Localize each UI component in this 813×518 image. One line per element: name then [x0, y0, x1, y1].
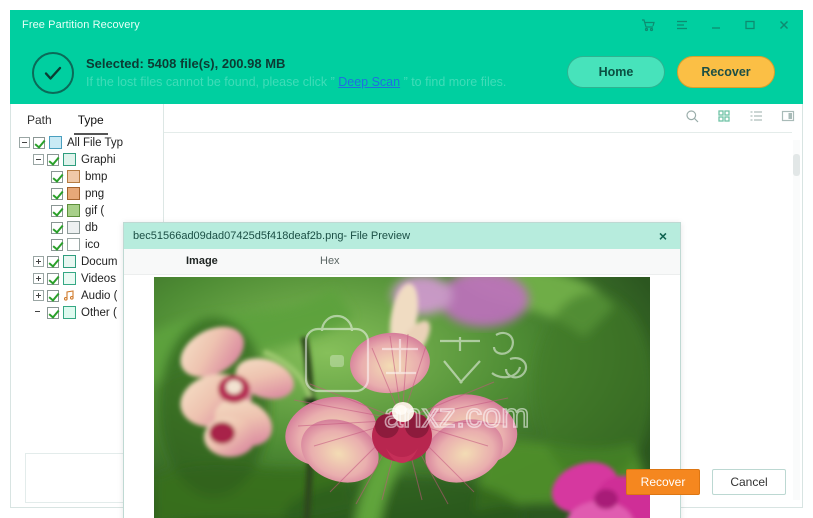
checkbox[interactable]: [51, 204, 63, 217]
dialog-title: bec51566ad09dad07425d5f418deaf2b.png- Fi…: [133, 230, 411, 242]
checkbox[interactable]: [33, 136, 45, 149]
spacer-icon: [33, 307, 44, 318]
tab-image[interactable]: Image: [186, 255, 218, 267]
tab-hex[interactable]: Hex: [320, 255, 340, 267]
checkbox[interactable]: [47, 153, 59, 166]
cancel-button[interactable]: Cancel: [712, 469, 786, 495]
preview-image: anxz.com: [154, 277, 650, 518]
application-window: Free Partition Recovery Selected: 5408 f…: [0, 0, 813, 518]
recover-button-header[interactable]: Recover: [677, 56, 775, 88]
tree-item-label: bmp: [85, 170, 108, 183]
audio-icon: [63, 289, 76, 302]
tree-item-label: Videos: [81, 272, 116, 285]
checkbox[interactable]: [51, 238, 63, 251]
tree-item-label: png: [85, 187, 105, 200]
tree-item-gif[interactable]: gif (: [19, 202, 159, 219]
tree-item-graphics[interactable]: Graphi: [19, 151, 159, 168]
documents-icon: [63, 255, 76, 268]
status-panel: [25, 453, 125, 503]
tree-item-label: Audio (: [81, 289, 118, 302]
tree-item-bmp[interactable]: bmp: [19, 168, 159, 185]
window-controls: [639, 16, 793, 34]
home-button[interactable]: Home: [567, 56, 665, 88]
checkbox[interactable]: [51, 187, 63, 200]
grid-view-icon[interactable]: [716, 108, 732, 124]
main-content-area: Path Type All File Typ Graphi bmp png gi…: [10, 104, 803, 518]
check-circle-icon: [32, 52, 74, 94]
tree-item-label: gif (: [85, 204, 105, 217]
graphics-icon: [63, 153, 76, 166]
selected-files-text: Selected: 5408 file(s), 200.98 MB: [86, 55, 286, 71]
hint-prefix: If the lost files cannot be found, pleas…: [86, 75, 335, 90]
other-folder-icon: [63, 306, 76, 319]
dialog-titlebar[interactable]: bec51566ad09dad07425d5f418deaf2b.png- Fi…: [124, 223, 680, 249]
app-header: Free Partition Recovery Selected: 5408 f…: [10, 10, 803, 104]
deep-scan-hint: If the lost files cannot be found, pleas…: [86, 73, 506, 91]
checkbox[interactable]: [47, 289, 59, 302]
results-scrollbar[interactable]: [793, 140, 800, 500]
tree-item-label: db: [85, 221, 98, 234]
search-icon[interactable]: [684, 108, 700, 124]
bmp-file-icon: [67, 170, 80, 183]
videos-icon: [63, 272, 76, 285]
hint-suffix: ” to find more files.: [403, 75, 507, 90]
tree-item-label: All File Typ: [67, 136, 124, 149]
recover-button-footer[interactable]: Recover: [626, 469, 700, 495]
tree-item-label: Other (: [81, 306, 117, 319]
checkbox[interactable]: [51, 221, 63, 234]
detail-view-icon[interactable]: [780, 108, 796, 124]
tree-item-all-file-types[interactable]: All File Typ: [19, 134, 159, 151]
menu-icon[interactable]: [673, 16, 691, 34]
selection-summary: Selected: 5408 file(s), 200.98 MB If the…: [32, 52, 506, 94]
view-toolbar: [684, 108, 796, 124]
ico-file-icon: [67, 238, 80, 251]
gif-file-icon: [67, 204, 80, 217]
png-file-icon: [67, 187, 80, 200]
header-buttons: Home Recover: [567, 56, 775, 88]
monitor-icon: [49, 136, 62, 149]
tree-item-png[interactable]: png: [19, 185, 159, 202]
maximize-icon[interactable]: [741, 16, 759, 34]
deep-scan-link[interactable]: Deep Scan: [338, 75, 400, 89]
minimize-icon[interactable]: [707, 16, 725, 34]
tab-type[interactable]: Type: [73, 110, 108, 135]
scrollbar-thumb[interactable]: [793, 154, 800, 176]
collapse-icon[interactable]: [33, 154, 44, 165]
preview-viewport: anxz.com: [124, 275, 680, 518]
checkbox[interactable]: [51, 170, 63, 183]
checkbox[interactable]: [47, 255, 59, 268]
tree-item-label: Docum: [81, 255, 118, 268]
file-preview-dialog: bec51566ad09dad07425d5f418deaf2b.png- Fi…: [123, 222, 681, 518]
tree-item-label: ico: [85, 238, 100, 251]
checkbox[interactable]: [47, 306, 59, 319]
dialog-tabs: Image Hex: [124, 249, 680, 275]
expand-icon[interactable]: [33, 256, 44, 267]
list-view-icon[interactable]: [748, 108, 764, 124]
expand-icon[interactable]: [33, 290, 44, 301]
collapse-icon[interactable]: [19, 137, 30, 148]
expand-icon[interactable]: [33, 273, 44, 284]
footer-buttons: Recover Cancel: [626, 469, 786, 495]
db-file-icon: [67, 221, 80, 234]
cart-icon[interactable]: [639, 16, 657, 34]
checkbox[interactable]: [47, 272, 59, 285]
tree-item-label: Graphi: [81, 153, 116, 166]
watermark-text: anxz.com: [384, 397, 530, 435]
dialog-close-icon[interactable]: ×: [654, 227, 672, 245]
tab-path[interactable]: Path: [23, 110, 56, 135]
window-title: Free Partition Recovery: [22, 19, 140, 31]
close-icon[interactable]: [775, 16, 793, 34]
list-header-divider: [164, 132, 792, 133]
left-panel-tabs: Path Type: [23, 110, 108, 135]
